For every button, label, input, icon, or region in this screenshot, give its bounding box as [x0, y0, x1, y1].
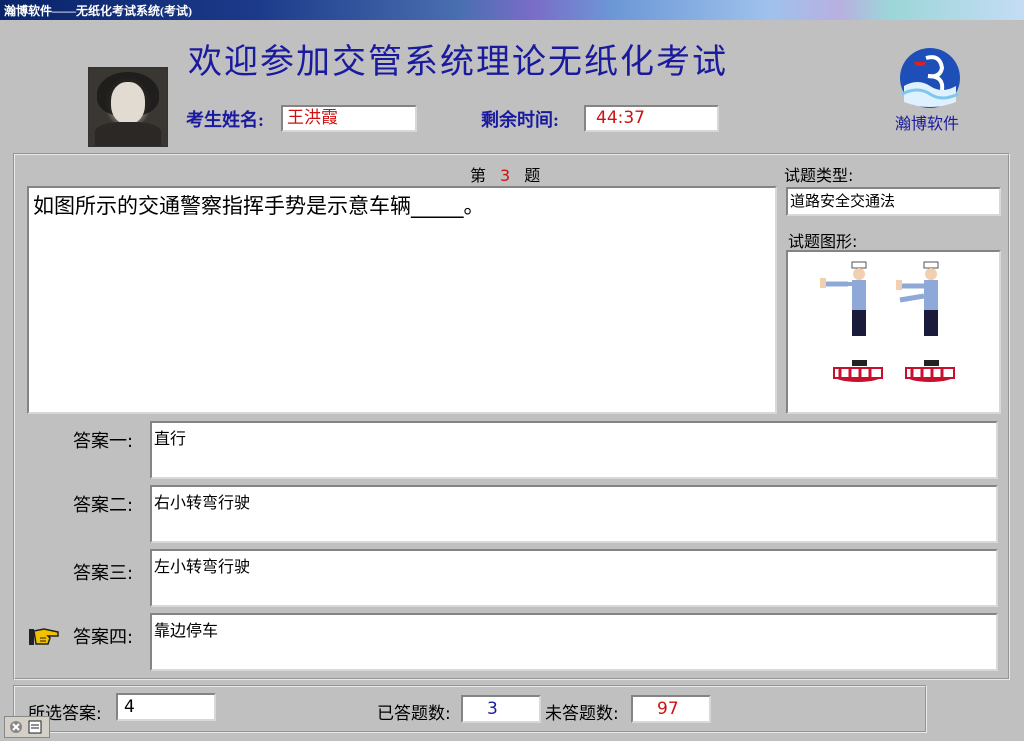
question-image [786, 250, 1001, 414]
pointing-hand-icon [29, 628, 59, 645]
question-image-label: 试题图形: [788, 232, 858, 251]
answer-2-label: 答案二: [73, 495, 134, 516]
answer-4-option[interactable]: 靠边停车 [150, 613, 998, 671]
answer-4-label: 答案四: [73, 627, 134, 648]
answer-3-label: 答案三: [73, 563, 134, 584]
remaining-time-label: 剩余时间: [481, 110, 559, 130]
answer-3-option[interactable]: 左小转弯行驶 [150, 549, 998, 607]
answer-1-label: 答案一: [73, 431, 134, 452]
logo-text: 瀚博软件 [895, 114, 960, 133]
unanswered-count-field: 97 [631, 695, 711, 723]
window-title-bar[interactable]: 瀚博软件——无纸化考试系统(考试) [0, 0, 1024, 20]
question-text: 如图所示的交通警察指挥手势是示意车辆_____。 [27, 186, 777, 414]
question-type-label: 试题类型: [784, 166, 854, 185]
remaining-time-field: 44:37 [584, 105, 719, 132]
examinee-name-label: 考生姓名: [186, 110, 264, 130]
examinee-name-field: 王洪霞 [281, 105, 417, 132]
question-number-prefix: 第 [470, 166, 487, 185]
answer-1-option[interactable]: 直行 [150, 421, 998, 479]
answered-count-field: 3 [461, 695, 541, 723]
answered-count-label: 已答题数: [377, 704, 451, 724]
question-type-field: 道路安全交通法 [786, 187, 1001, 216]
page-title: 欢迎参加交管系统理论无纸化考试 [188, 44, 728, 81]
answer-2-option[interactable]: 右小转弯行驶 [150, 485, 998, 543]
window-title: 瀚博软件——无纸化考试系统(考试) [4, 4, 192, 18]
question-number: 第3题 [470, 162, 540, 186]
selected-answer-field: 4 [116, 693, 216, 721]
examinee-photo [88, 67, 168, 147]
question-number-value: 3 [500, 166, 511, 185]
traffic-police-gesture-image [820, 261, 955, 382]
close-icon [10, 720, 42, 734]
question-number-suffix: 题 [524, 166, 541, 185]
minimized-window-button[interactable] [4, 716, 50, 738]
unanswered-count-label: 未答题数: [545, 704, 619, 724]
